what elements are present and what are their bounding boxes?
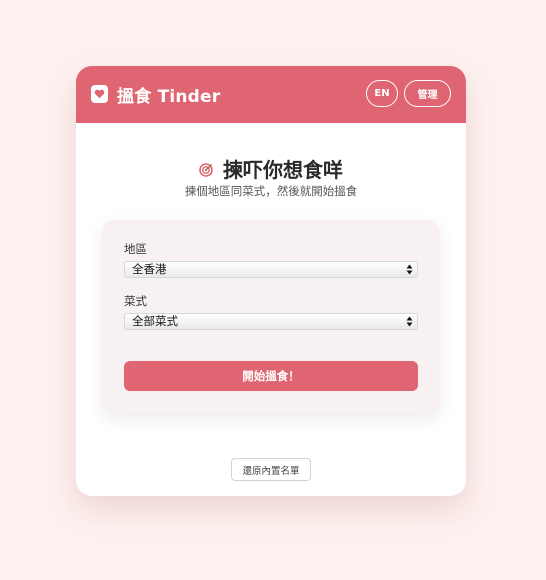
title-row: 揀吓你想食咩 (76, 154, 466, 183)
select-arrows-icon (406, 315, 413, 328)
select-arrows-icon (406, 263, 413, 276)
admin-button[interactable]: 管理 (404, 80, 451, 107)
cuisine-select[interactable]: 全部菜式 (124, 313, 418, 330)
region-select-value: 全香港 (132, 262, 167, 276)
app-header: 搵食 Tinder EN 管理 (76, 66, 466, 123)
cuisine-select-value: 全部菜式 (132, 314, 178, 328)
reset-list-button[interactable]: 還原內置名單 (231, 458, 311, 481)
cuisine-label: 菜式 (124, 294, 147, 308)
region-select[interactable]: 全香港 (124, 261, 418, 278)
start-button[interactable]: 開始搵食！ (124, 361, 418, 391)
app-title: 搵食 Tinder (117, 86, 221, 107)
page-subtitle: 揀個地區同菜式，然後就開始搵食 (184, 184, 358, 198)
brand: 搵食 Tinder (91, 83, 221, 107)
filter-form: 地區 全香港 菜式 全部菜式 開始搵食！ (102, 220, 440, 413)
card-heart-icon (91, 85, 108, 103)
page-title: 揀吓你想食咩 (223, 158, 343, 182)
main-card: 搵食 Tinder EN 管理 揀吓你想食咩 揀個地區同菜式，然後就開始搵食 地… (76, 66, 466, 496)
target-icon (199, 162, 213, 177)
language-toggle-button[interactable]: EN (366, 80, 398, 107)
region-label: 地區 (124, 242, 147, 256)
